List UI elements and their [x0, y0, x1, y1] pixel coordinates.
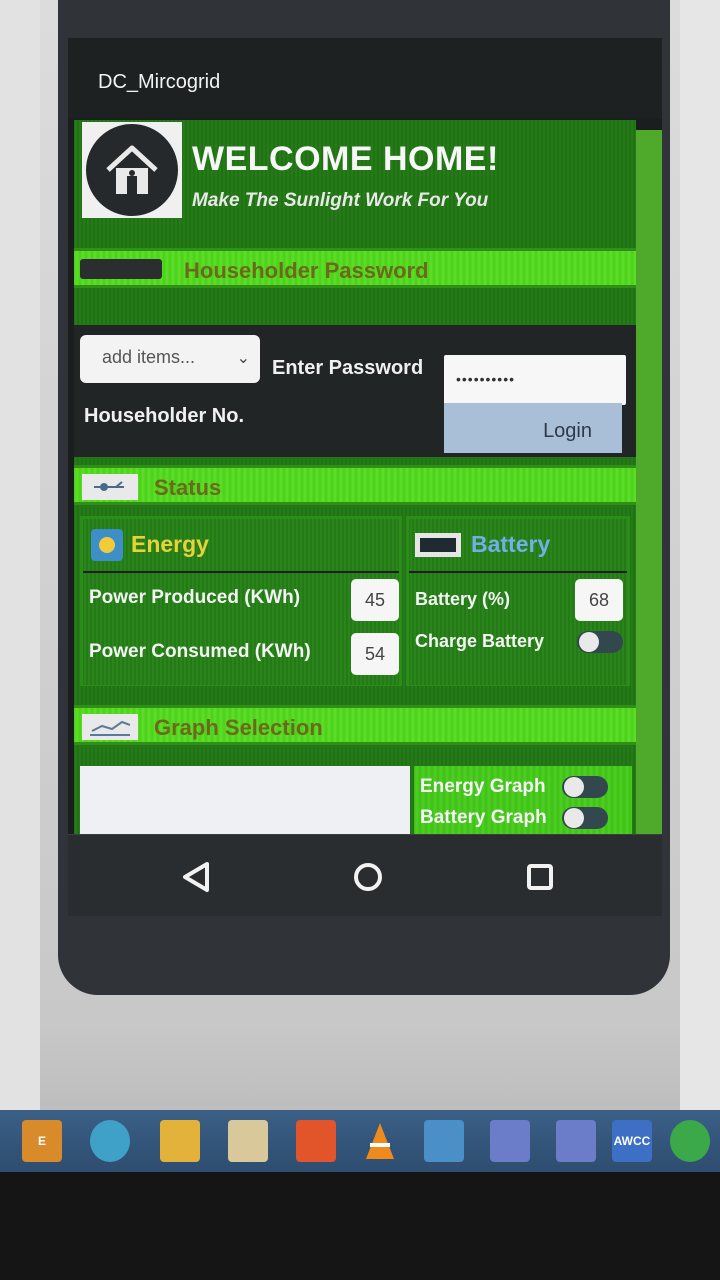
power-produced-value[interactable]: 45 — [351, 579, 399, 621]
battery-percent-value[interactable]: 68 — [575, 579, 623, 621]
desk-background-left — [0, 0, 40, 1120]
file-explorer-icon[interactable] — [160, 1120, 200, 1162]
dropdown-selected: add items... — [102, 347, 196, 367]
monitor-bezel — [0, 1172, 720, 1280]
energy-graph-label: Energy Graph — [420, 776, 546, 797]
password-panel: add items... ⌄ Enter Password ••••••••••… — [74, 325, 636, 457]
recents-square-icon[interactable] — [520, 857, 560, 897]
energy-graph-toggle[interactable] — [562, 776, 608, 798]
toggle-knob — [564, 808, 584, 828]
vlc-icon[interactable] — [360, 1120, 400, 1162]
status-panel: Energy Power Produced (KWh) 45 Power Con… — [74, 510, 636, 695]
charge-battery-label: Charge Battery — [415, 631, 545, 651]
status-section-label: Status — [154, 475, 222, 500]
enter-password-label: Enter Password — [272, 357, 424, 379]
status-icon — [82, 474, 138, 500]
battery-card-body: Battery (%) 68 Charge Battery — [409, 573, 627, 685]
welcome-title: WELCOME HOME! — [192, 140, 499, 178]
spotify-icon[interactable] — [670, 1120, 710, 1162]
home-logo — [82, 122, 182, 218]
toggle-knob — [564, 777, 584, 797]
home-icon — [86, 124, 178, 216]
chrome-icon[interactable] — [90, 1120, 130, 1162]
app-title: DC_Mircogrid — [98, 71, 221, 93]
battery-graph-label: Battery Graph — [420, 807, 547, 828]
alienware-text: AWCC — [613, 1134, 651, 1148]
mail-icon[interactable] — [424, 1120, 464, 1162]
password-section-bar: Householder Password — [74, 248, 636, 288]
tagline: Make The Sunlight Work For You — [192, 190, 489, 211]
alienware-icon[interactable]: AWCC — [612, 1120, 652, 1162]
android-nav-bar — [68, 834, 662, 916]
login-button-label: Login — [543, 420, 592, 442]
home-circle-icon[interactable] — [348, 857, 388, 897]
energy-card-body: Power Produced (KWh) 45 Power Consumed (… — [83, 573, 399, 685]
password-input[interactable]: •••••••••• — [444, 355, 626, 405]
app-bar: DC_Mircogrid — [68, 38, 662, 118]
energy-heading: Energy — [131, 531, 209, 557]
graph-icon — [82, 714, 138, 740]
householder-dropdown[interactable]: add items... ⌄ — [80, 335, 260, 383]
app-icon[interactable] — [556, 1120, 596, 1162]
app-content: WELCOME HOME! Make The Sunlight Work For… — [74, 120, 662, 846]
graph-panel: Energy Graph Battery Graph — [74, 760, 636, 846]
energy-card-header: Energy — [83, 519, 399, 571]
chevron-down-icon: ⌄ — [236, 350, 250, 367]
battery-heading: Battery — [471, 531, 551, 557]
power-consumed-label: Power Consumed (KWh) — [89, 641, 311, 662]
password-section-label: Householder Password — [184, 258, 429, 283]
battery-card: Battery Battery (%) 68 Charge Battery — [406, 516, 630, 686]
back-triangle-icon[interactable] — [176, 857, 216, 897]
battery-graph-toggle[interactable] — [562, 807, 608, 829]
store-icon[interactable] — [228, 1120, 268, 1162]
right-edge-strip — [636, 130, 662, 840]
edge-icon[interactable]: E — [22, 1120, 62, 1162]
power-produced-label: Power Produced (KWh) — [89, 587, 301, 608]
battery-card-header: Battery — [409, 519, 627, 571]
graph-section-bar: Graph Selection — [74, 705, 636, 745]
status-section-bar: Status — [74, 465, 636, 505]
householder-no-label: Householder No. — [84, 405, 245, 427]
graph-section-label: Graph Selection — [154, 715, 323, 740]
battery-percent-label: Battery (%) — [415, 589, 511, 609]
app-icon[interactable] — [490, 1120, 530, 1162]
toggle-knob — [579, 632, 599, 652]
battery-icon — [415, 533, 461, 557]
energy-card: Energy Power Produced (KWh) 45 Power Con… — [80, 516, 402, 686]
office-icon[interactable] — [296, 1120, 336, 1162]
energy-icon — [91, 529, 123, 561]
phone-screen: DC_Mircogrid WELCOME HOME! Make The Sunl… — [68, 38, 662, 916]
power-consumed-value[interactable]: 54 — [351, 633, 399, 675]
charge-battery-toggle[interactable] — [577, 631, 623, 653]
mini-input-field — [80, 259, 162, 279]
windows-taskbar: E AWCC — [0, 1110, 720, 1172]
welcome-header: WELCOME HOME! Make The Sunlight Work For… — [74, 120, 636, 238]
desk-background-right — [680, 0, 720, 1120]
login-button[interactable]: Login — [444, 403, 622, 453]
